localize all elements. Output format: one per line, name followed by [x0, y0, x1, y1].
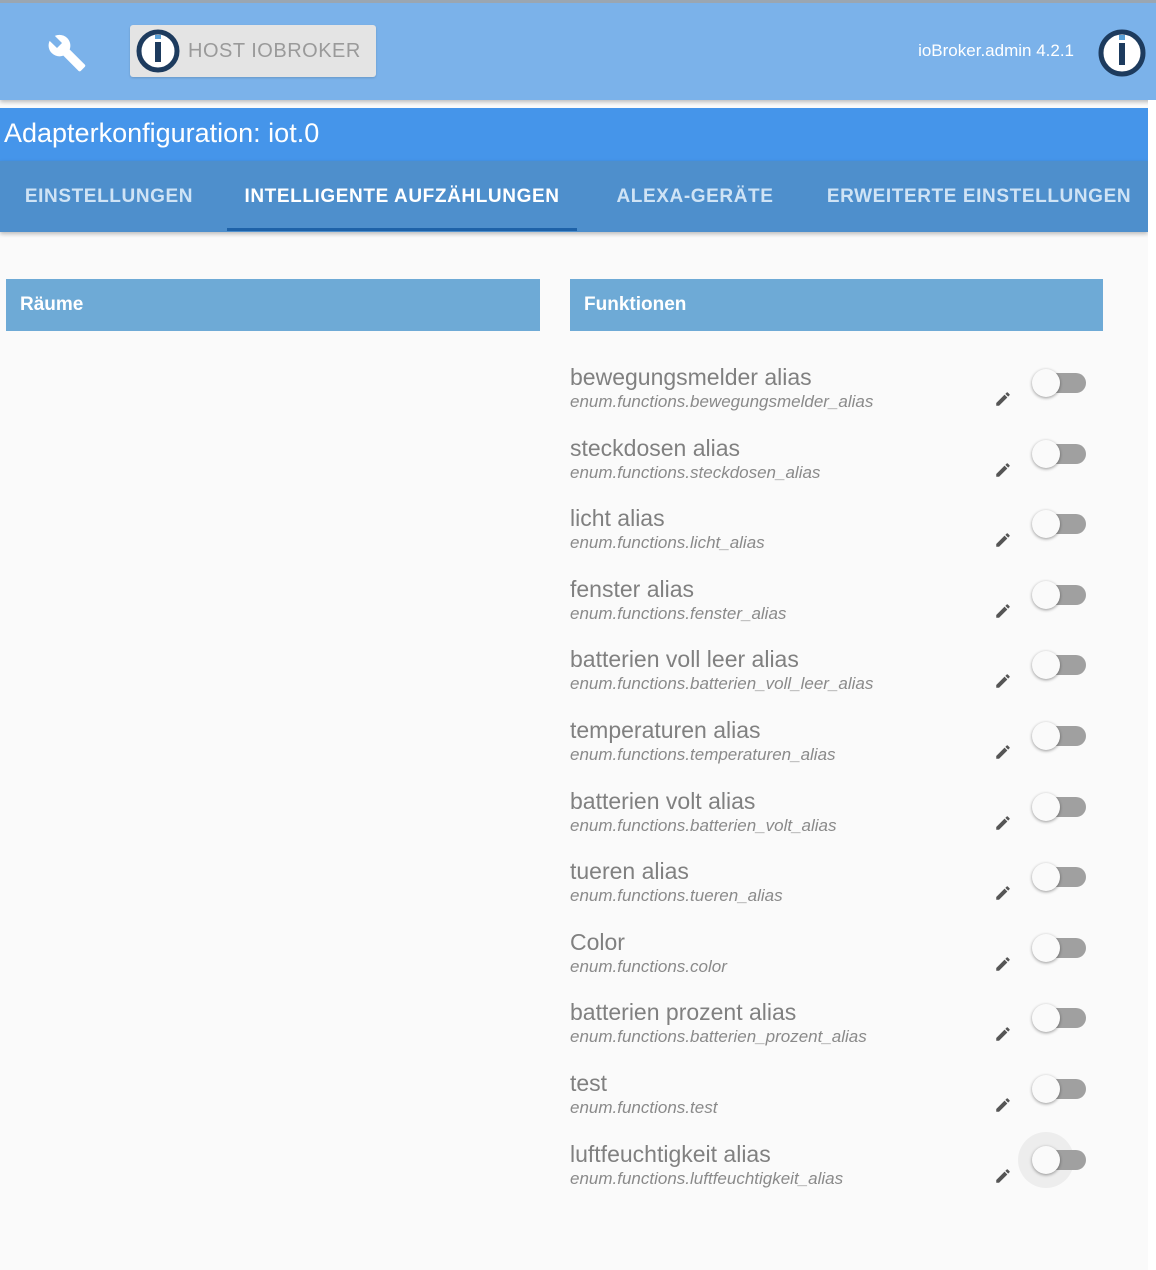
toggle-thumb: [1032, 369, 1060, 397]
list-item: batterien volt alias enum.functions.batte…: [570, 788, 1110, 848]
function-id: enum.functions.color: [570, 957, 727, 976]
pencil-icon[interactable]: [994, 743, 1012, 761]
tab-erweiterte-einstellungen[interactable]: ERWEITERTE EINSTELLUNGEN: [815, 161, 1143, 232]
enable-toggle[interactable]: [1030, 1003, 1088, 1033]
toggle-thumb: [1032, 581, 1060, 609]
pencil-icon[interactable]: [994, 1167, 1012, 1185]
function-id: enum.functions.bewegungsmelder_alias: [570, 392, 874, 411]
function-name: batterien voll leer alias: [570, 646, 799, 672]
tab-einstellungen[interactable]: EINSTELLUNGEN: [0, 161, 218, 232]
list-item: luftfeuchtigkeit alias enum.functions.luf…: [570, 1132, 1110, 1201]
rooms-panel-header: Räume: [6, 279, 540, 331]
function-id: enum.functions.batterien_voll_leer_alias: [570, 674, 874, 693]
list-item: bewegungsmelder alias enum.functions.bewe…: [570, 364, 1110, 424]
function-id: enum.functions.batterien_prozent_alias: [570, 1027, 867, 1046]
function-name: bewegungsmelder alias: [570, 364, 812, 390]
pencil-icon[interactable]: [994, 390, 1012, 408]
functions-panel-header: Funktionen: [570, 279, 1103, 331]
pencil-icon[interactable]: [994, 602, 1012, 620]
pencil-icon[interactable]: [994, 884, 1012, 902]
toggle-thumb: [1032, 793, 1060, 821]
function-name: steckdosen alias: [570, 435, 741, 461]
list-item: licht alias enum.functions.licht_alias: [570, 505, 1110, 565]
enable-toggle[interactable]: [1030, 580, 1088, 610]
toggle-thumb: [1032, 934, 1060, 962]
tab-bar: EINSTELLUNGEN INTELLIGENTE AUFZÄHLUNGEN …: [0, 161, 1148, 232]
toggle-thumb: [1032, 722, 1060, 750]
toggle-thumb: [1032, 1004, 1060, 1032]
function-id: enum.functions.licht_alias: [570, 533, 765, 552]
list-item: temperaturen alias enum.functions.tempera…: [570, 717, 1110, 777]
config-title-bar: Adapterkonfiguration: iot.0: [0, 108, 1148, 161]
list-item: test enum.functions.test: [570, 1070, 1110, 1130]
wrench-icon[interactable]: [46, 33, 88, 73]
function-id: enum.functions.luftfeuchtigkeit_alias: [570, 1169, 844, 1188]
function-name: Color: [570, 929, 625, 955]
enable-toggle[interactable]: [1030, 862, 1088, 892]
function-id: enum.functions.fenster_alias: [570, 604, 787, 623]
enable-toggle[interactable]: [1030, 792, 1088, 822]
function-id: enum.functions.batterien_volt_alias: [570, 816, 837, 835]
pencil-icon[interactable]: [994, 1025, 1012, 1043]
function-name: batterien volt alias: [570, 788, 756, 814]
enable-toggle[interactable]: [1030, 933, 1088, 963]
pencil-icon[interactable]: [994, 672, 1012, 690]
enable-toggle[interactable]: [1030, 509, 1088, 539]
pencil-icon[interactable]: [994, 461, 1012, 479]
list-item: steckdosen alias enum.functions.steckdose…: [570, 435, 1110, 495]
list-item: tueren alias enum.functions.tueren_alias: [570, 858, 1110, 918]
list-item: batterien prozent alias enum.functions.ba…: [570, 999, 1110, 1059]
top-app-bar: HOST IOBROKER ioBroker.admin 4.2.1: [0, 0, 1156, 100]
function-name: temperaturen alias: [570, 717, 761, 743]
enable-toggle[interactable]: [1030, 368, 1088, 398]
toggle-thumb: [1032, 1146, 1060, 1174]
function-id: enum.functions.temperaturen_alias: [570, 745, 836, 764]
list-item: batterien voll leer alias enum.functions.…: [570, 646, 1110, 706]
scrollbar-track[interactable]: [1148, 100, 1156, 1270]
enable-toggle[interactable]: [1018, 1132, 1088, 1188]
enable-toggle[interactable]: [1030, 650, 1088, 680]
iobroker-logo-icon[interactable]: [1098, 29, 1146, 77]
function-name: licht alias: [570, 505, 665, 531]
toggle-thumb: [1032, 863, 1060, 891]
function-name: tueren alias: [570, 858, 689, 884]
tab-intelligente-aufzaehlungen[interactable]: INTELLIGENTE AUFZÄHLUNGEN: [227, 161, 577, 232]
toggle-thumb: [1032, 1075, 1060, 1103]
pencil-icon[interactable]: [994, 531, 1012, 549]
list-item: fenster alias enum.functions.fenster_alia…: [570, 576, 1110, 636]
enable-toggle[interactable]: [1030, 439, 1088, 469]
function-id: enum.functions.test: [570, 1098, 718, 1117]
list-item: Color enum.functions.color: [570, 929, 1110, 989]
function-name: batterien prozent alias: [570, 999, 797, 1025]
toggle-thumb: [1032, 651, 1060, 679]
enable-toggle[interactable]: [1030, 721, 1088, 751]
iobroker-logo-icon: [136, 29, 180, 73]
host-label: HOST IOBROKER: [188, 39, 361, 62]
enable-toggle[interactable]: [1030, 1074, 1088, 1104]
toggle-thumb: [1032, 510, 1060, 538]
page-title: Adapterkonfiguration: iot.0: [4, 118, 320, 148]
pencil-icon[interactable]: [994, 814, 1012, 832]
function-name: luftfeuchtigkeit alias: [570, 1141, 771, 1167]
pencil-icon[interactable]: [994, 1096, 1012, 1114]
function-name: fenster alias: [570, 576, 695, 602]
version-label: ioBroker.admin 4.2.1: [918, 41, 1074, 60]
pencil-icon[interactable]: [994, 955, 1012, 973]
function-id: enum.functions.tueren_alias: [570, 886, 783, 905]
function-name: test: [570, 1070, 608, 1096]
host-selector-button[interactable]: HOST IOBROKER: [130, 25, 376, 77]
tab-alexa-geraete[interactable]: ALEXA-GERÄTE: [600, 161, 790, 232]
active-tab-indicator: [227, 228, 577, 231]
toggle-thumb: [1032, 440, 1060, 468]
function-id: enum.functions.steckdosen_alias: [570, 463, 821, 482]
